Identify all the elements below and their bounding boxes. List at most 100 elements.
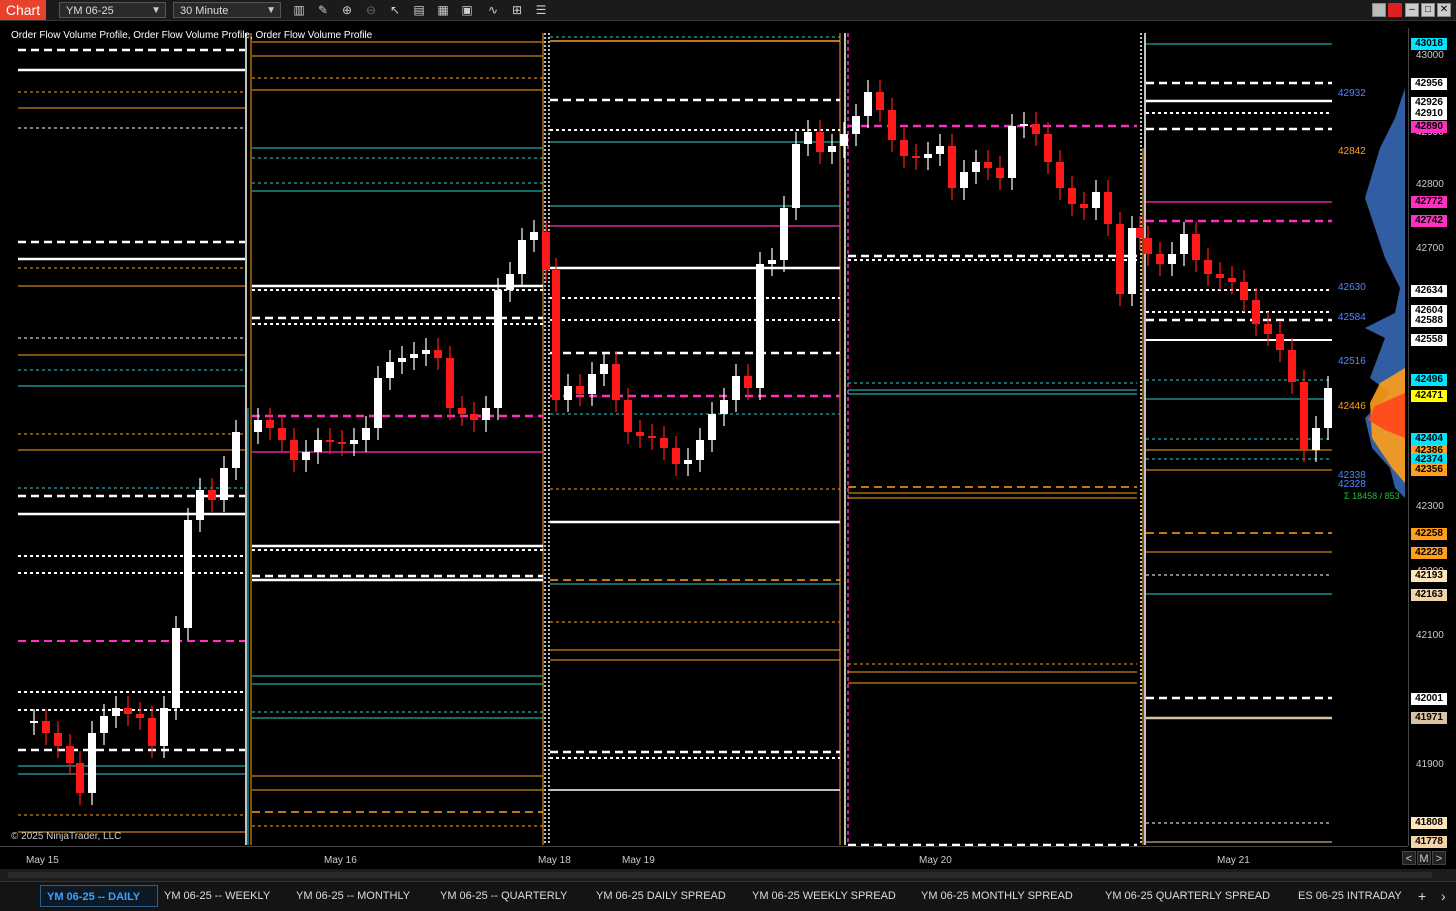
candle-body <box>1228 278 1236 282</box>
candle-body <box>338 442 346 444</box>
interval-selector[interactable]: 30 Minute ▼ <box>173 2 281 18</box>
candle-body <box>684 460 692 464</box>
indicators-icon[interactable]: ∿ <box>485 3 501 17</box>
time-label: May 15 <box>26 855 59 866</box>
scrollbar-thumb[interactable] <box>8 872 1432 878</box>
templates-icon[interactable]: ▦ <box>435 3 451 17</box>
profile-tag-7: 42328 <box>1338 479 1366 490</box>
candle-body <box>542 232 550 270</box>
candle-body <box>302 452 310 460</box>
chart-toolbar: Chart YM 06-25 ▼ 30 Minute ▼ ▥ ✎ ⊕ ⊖ ↖ ▤ ▦… <box>0 0 1456 21</box>
candle-body <box>196 490 204 520</box>
candle-body <box>1092 192 1100 208</box>
candle-body <box>470 414 478 420</box>
candle-body <box>900 140 908 156</box>
price-tick: 42300 <box>1416 501 1444 512</box>
candle-body <box>30 721 38 723</box>
tab-ym-weekly-spread[interactable]: YM 06-25 WEEKLY SPREAD <box>752 885 896 907</box>
scroll-left-button[interactable]: < <box>1402 851 1416 865</box>
candle-body <box>768 260 776 264</box>
candle-body <box>660 438 668 448</box>
minimize-icon[interactable]: – <box>1405 3 1419 17</box>
tab-ym-monthly-spread[interactable]: YM 06-25 MONTHLY SPREAD <box>921 885 1073 907</box>
time-label: May 18 <box>538 855 571 866</box>
instrument-selector[interactable]: YM 06-25 ▼ <box>59 2 166 18</box>
candle-body <box>960 172 968 188</box>
tab-ym-daily[interactable]: YM 06-25 -- DAILY <box>40 885 158 907</box>
candle-body <box>1128 228 1136 294</box>
price-tick: 42800 <box>1416 179 1444 190</box>
next-tab-button[interactable]: › <box>1441 885 1446 907</box>
maximize-icon[interactable]: □ <box>1421 3 1435 17</box>
tab-ym-weekly[interactable]: YM 06-25 -- WEEKLY <box>164 885 270 907</box>
price-label-5: 42772 <box>1411 196 1447 208</box>
candle-body <box>290 440 298 460</box>
price-tick: 41900 <box>1416 759 1444 770</box>
zoom-in-icon[interactable]: ⊕ <box>339 3 355 17</box>
price-tick: 42100 <box>1416 630 1444 641</box>
price-label-13: 42404 <box>1411 433 1447 445</box>
candle-body <box>398 358 406 362</box>
candle-body <box>232 432 240 468</box>
price-label-19: 42193 <box>1411 570 1447 582</box>
candle-body <box>732 376 740 400</box>
tab-ym-quarterly[interactable]: YM 06-25 -- QUARTERLY <box>440 885 567 907</box>
candle-body <box>1324 388 1332 428</box>
candle-body <box>326 440 334 442</box>
candle-body <box>1136 228 1144 238</box>
candle-body <box>374 378 382 428</box>
properties-icon[interactable]: ▤ <box>411 3 427 17</box>
candle-body <box>648 436 656 438</box>
pointer-icon[interactable]: ↖ <box>387 3 403 17</box>
candle-body <box>852 116 860 134</box>
candle-body <box>100 716 108 733</box>
tab-ym-daily-spread[interactable]: YM 06-25 DAILY SPREAD <box>596 885 726 907</box>
strategies-icon[interactable]: ⊞ <box>509 3 525 17</box>
candle-body <box>350 440 358 444</box>
candle-body <box>42 721 50 733</box>
candle-body <box>672 448 680 464</box>
menu-icon[interactable]: ☰ <box>533 3 549 17</box>
candle-body <box>972 162 980 172</box>
price-chart[interactable] <box>0 28 1408 846</box>
price-label-18: 42228 <box>1411 547 1447 559</box>
scroll-mode-button[interactable]: M <box>1417 851 1431 865</box>
candle-body <box>1180 234 1188 254</box>
tab-ym-monthly[interactable]: YM 06-25 -- MONTHLY <box>296 885 410 907</box>
profile-tag-4: 42516 <box>1338 356 1366 367</box>
bar-chart-icon[interactable]: ▥ <box>291 3 307 17</box>
price-label-16: 42356 <box>1411 464 1447 476</box>
candle-body <box>184 520 192 628</box>
zoom-out-icon[interactable]: ⊖ <box>363 3 379 17</box>
tab-es-intraday[interactable]: ES 06-25 INTRADAY <box>1298 885 1402 907</box>
candle-body <box>720 400 728 414</box>
close-icon[interactable]: ✕ <box>1437 3 1451 17</box>
window-link-icon[interactable] <box>1372 3 1386 17</box>
candle-body <box>804 132 812 144</box>
candle-body <box>636 432 644 436</box>
price-label-9: 42588 <box>1411 315 1447 327</box>
candle-body <box>936 146 944 154</box>
data-box-icon[interactable]: ▣ <box>459 3 475 17</box>
time-label: May 16 <box>324 855 357 866</box>
profile-tag-3: 42584 <box>1338 312 1366 323</box>
candle-body <box>780 208 788 260</box>
candle-body <box>76 763 84 793</box>
time-axis[interactable] <box>0 846 1408 869</box>
horizontal-scrollbar[interactable] <box>0 869 1456 881</box>
scroll-right-button[interactable]: > <box>1432 851 1446 865</box>
window-color-icon[interactable] <box>1388 3 1402 17</box>
price-label-1: 42956 <box>1411 78 1447 90</box>
candle-body <box>840 134 848 146</box>
price-label-7: 42634 <box>1411 285 1447 297</box>
chart-plot-area[interactable] <box>0 28 1408 846</box>
tab-ym-quarterly-spread[interactable]: YM 06-25 QUARTERLY SPREAD <box>1105 885 1270 907</box>
pencil-icon[interactable]: ✎ <box>315 3 331 17</box>
candle-body <box>88 733 96 793</box>
chevron-down-icon: ▼ <box>151 5 161 16</box>
candle-body <box>588 374 596 394</box>
candle-body <box>1144 238 1152 254</box>
add-tab-button[interactable]: + <box>1418 885 1426 907</box>
candle-body <box>278 428 286 440</box>
chart-window-label[interactable]: Chart <box>0 0 46 20</box>
